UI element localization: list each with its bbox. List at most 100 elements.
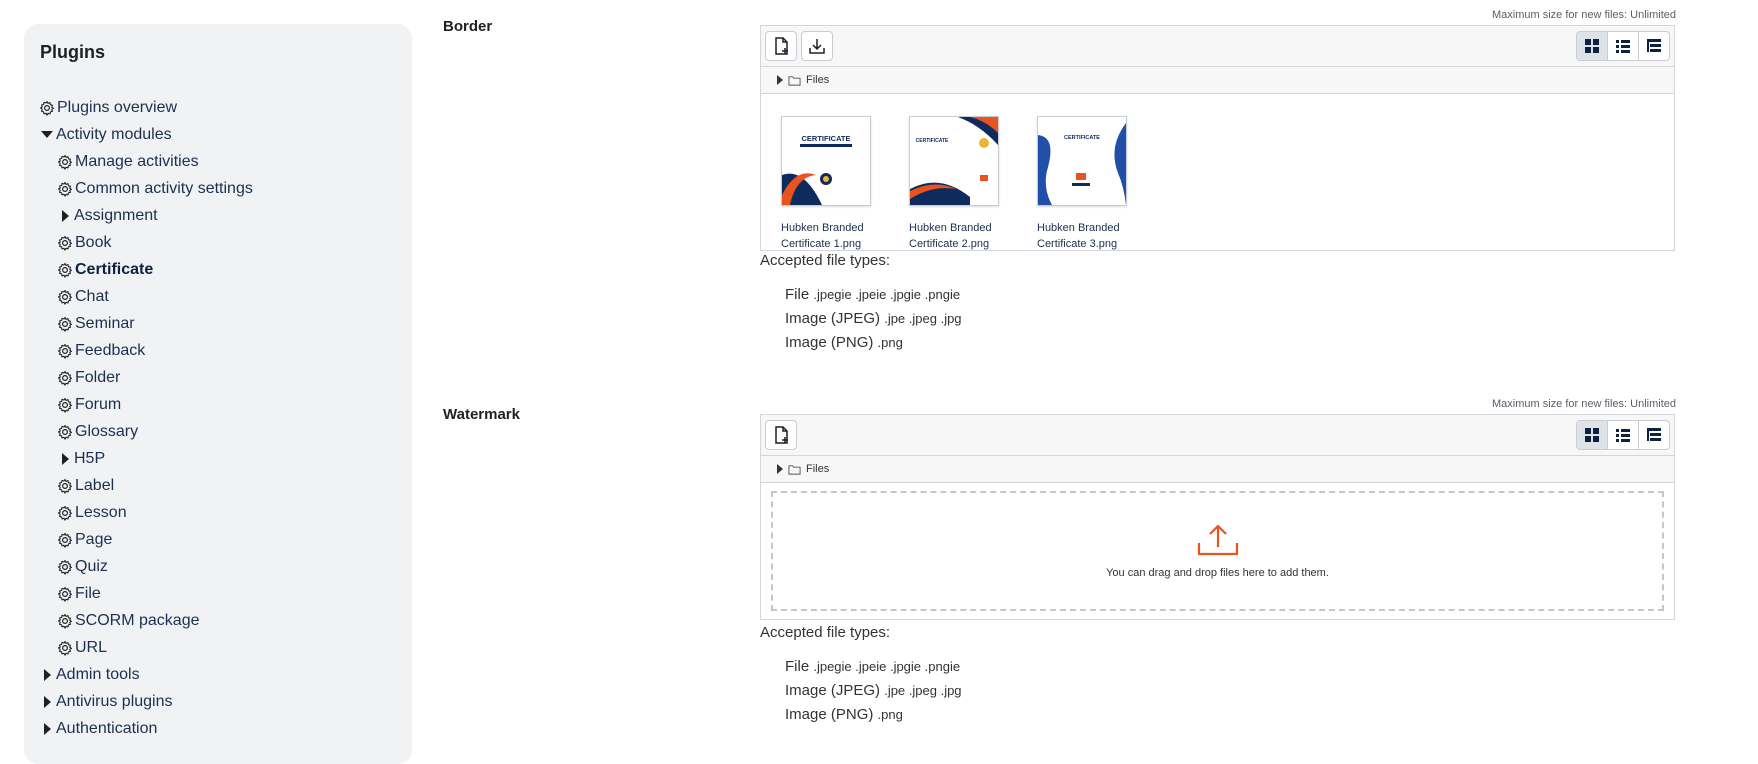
sidebar-item-label: Book: [75, 234, 112, 251]
tree-view-icon: [1647, 428, 1661, 441]
add-file-button[interactable]: [765, 31, 797, 61]
view-list-button[interactable]: [1607, 32, 1638, 60]
path-label: Files: [806, 74, 830, 86]
sidebar-item-label: Quiz: [75, 558, 108, 575]
plugins-tree: Plugins overview Activity modules Manage a…: [38, 94, 253, 742]
filetype-exts: .jpegie .jpeie .jpgie .pngie: [813, 287, 961, 302]
watermark-label: Watermark: [443, 406, 520, 423]
gear-icon: [56, 180, 74, 198]
view-list-button[interactable]: [1607, 421, 1638, 449]
sidebar-item[interactable]: Quiz: [38, 553, 253, 580]
filetype-item: Image (PNG) .png: [785, 331, 962, 355]
thumb-text: CERTIFICATE: [1064, 135, 1100, 141]
file-name-line1: Hubken Branded: [909, 222, 992, 234]
sidebar-item-label: Assignment: [74, 207, 158, 224]
file-name-line1: Hubken Branded: [1037, 222, 1120, 234]
file-thumbnail: CERTIFICATE: [1037, 116, 1127, 206]
file-name-line2: Certificate 1.png: [781, 238, 862, 250]
file-name-line2: Certificate 2.png: [909, 238, 990, 250]
sidebar-item[interactable]: Book: [38, 229, 253, 256]
view-icons-button[interactable]: [1577, 32, 1607, 60]
caret-right-icon: [38, 666, 56, 684]
view-mode-group: [1576, 31, 1670, 61]
sidebar-item[interactable]: H5P: [38, 445, 253, 472]
watermark-path-bar[interactable]: Files: [761, 456, 1674, 483]
file-thumbnail: CERTIFICATE: [781, 116, 871, 206]
sidebar-item-label: Activity modules: [56, 126, 172, 143]
gear-icon: [56, 639, 74, 657]
view-tree-button[interactable]: [1638, 32, 1669, 60]
plugins-sidebar: Plugins Plugins overview Activity modules…: [24, 24, 412, 764]
sidebar-item[interactable]: Chat: [38, 283, 253, 310]
watermark-type-list: File .jpegie .jpeie .jpgie .pngie Image …: [785, 655, 962, 727]
filetype-name: Image (JPEG): [785, 682, 881, 699]
sidebar-item-label: Plugins overview: [57, 99, 178, 116]
filetype-exts: .png: [877, 335, 903, 350]
sidebar-item[interactable]: Lesson: [38, 499, 253, 526]
sidebar-item[interactable]: Glossary: [38, 418, 253, 445]
sidebar-item[interactable]: Page: [38, 526, 253, 553]
caret-right-icon: [777, 75, 783, 85]
sidebar-item[interactable]: Certificate: [38, 256, 253, 283]
caret-right-icon: [56, 207, 74, 225]
filetype-exts: .jpegie .jpeie .jpgie .pngie: [813, 659, 961, 674]
certificate-thumbnail-image: CERTIFICATE: [1038, 117, 1126, 205]
border-toolbar: [761, 26, 1674, 67]
filetype-exts: .png: [877, 707, 903, 722]
view-tree-button[interactable]: [1638, 421, 1669, 449]
sidebar-item-label: Feedback: [75, 342, 146, 359]
filetype-name: Image (JPEG): [785, 310, 881, 327]
add-file-button[interactable]: [765, 420, 797, 450]
sidebar-item-label: Manage activities: [75, 153, 199, 170]
add-file-icon: [775, 37, 788, 55]
sidebar-item[interactable]: SCORM package: [38, 607, 253, 634]
download-button[interactable]: [801, 31, 833, 61]
filetype-item: File .jpegie .jpeie .jpgie .pngie: [785, 283, 962, 307]
sidebar-item[interactable]: Admin tools: [38, 661, 253, 688]
sidebar-item[interactable]: Label: [38, 472, 253, 499]
file-tile[interactable]: CERTIFICATE Hubken Branded Certificate 1.…: [781, 116, 885, 250]
sidebar-item-label: Label: [75, 477, 115, 494]
certificate-thumbnail-image: CERTIFICATE: [782, 117, 870, 205]
border-path-bar[interactable]: Files: [761, 67, 1674, 94]
path-label: Files: [806, 463, 830, 475]
sidebar-item[interactable]: URL: [38, 634, 253, 661]
sidebar-item[interactable]: Seminar: [38, 310, 253, 337]
gear-icon: [56, 369, 74, 387]
watermark-filemanager: Files You can drag and drop files here t…: [760, 414, 1675, 620]
border-file-list: CERTIFICATE Hubken Branded Certificate 1.…: [761, 94, 1674, 250]
gear-icon: [56, 315, 74, 333]
sidebar-item-label: Authentication: [56, 720, 158, 737]
watermark-drop-area: You can drag and drop files here to add …: [761, 483, 1674, 619]
file-thumbnail: CERTIFICATE: [909, 116, 999, 206]
sidebar-item[interactable]: Assignment: [38, 202, 253, 229]
file-tile[interactable]: CERTIFICATE Hubken Branded Certificate 3.…: [1037, 116, 1141, 250]
sidebar-item[interactable]: Authentication: [38, 715, 253, 742]
filetype-exts: .jpe .jpeg .jpg: [884, 311, 962, 326]
sidebar-item[interactable]: Common activity settings: [38, 175, 253, 202]
file-tile[interactable]: CERTIFICATE Hubken Branded Certificate 2.…: [909, 116, 1013, 250]
sidebar-item[interactable]: Feedback: [38, 337, 253, 364]
tree-view-icon: [1647, 39, 1661, 52]
caret-right-icon: [777, 464, 783, 474]
sidebar-item[interactable]: Forum: [38, 391, 253, 418]
add-file-icon: [775, 426, 788, 444]
watermark-max-size: Maximum size for new files: Unlimited: [1492, 398, 1676, 410]
gear-icon: [56, 585, 74, 603]
sidebar-item[interactable]: Folder: [38, 364, 253, 391]
sidebar-item[interactable]: Manage activities: [38, 148, 253, 175]
filetype-item: Image (JPEG) .jpe .jpeg .jpg: [785, 679, 962, 703]
sidebar-item[interactable]: File: [38, 580, 253, 607]
caret-down-icon: [38, 126, 56, 144]
gear-icon: [56, 531, 74, 549]
sidebar-item[interactable]: Plugins overview: [38, 94, 253, 121]
sidebar-item[interactable]: Activity modules: [38, 121, 253, 148]
drop-zone[interactable]: You can drag and drop files here to add …: [771, 491, 1664, 611]
sidebar-item[interactable]: Antivirus plugins: [38, 688, 253, 715]
gear-icon: [56, 288, 74, 306]
gear-icon: [56, 477, 74, 495]
sidebar-item-label: Chat: [75, 288, 109, 305]
gear-icon: [56, 504, 74, 522]
view-icons-button[interactable]: [1577, 421, 1607, 449]
thumb-text: CERTIFICATE: [916, 138, 949, 144]
